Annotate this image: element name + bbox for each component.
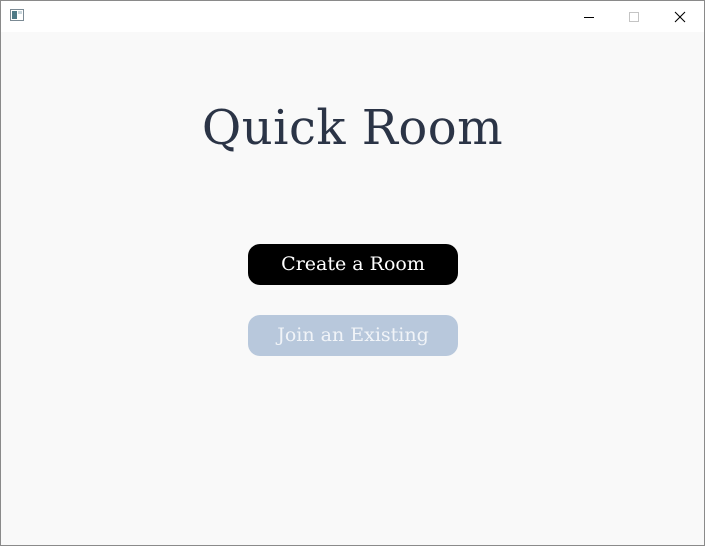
create-room-button[interactable]: Create a Room (248, 244, 458, 285)
minimize-icon (584, 16, 594, 18)
title-bar[interactable] (1, 1, 704, 32)
close-icon (674, 11, 686, 22)
app-window: Quick Room Create a Room Join an Existin… (0, 0, 705, 546)
main-content: Quick Room Create a Room Join an Existin… (1, 32, 704, 545)
maximize-button[interactable] (611, 1, 657, 32)
page-title: Quick Room (201, 100, 504, 156)
close-button[interactable] (657, 1, 703, 32)
app-window-icon (10, 9, 24, 21)
maximize-icon (629, 11, 639, 22)
join-existing-button[interactable]: Join an Existing (248, 315, 458, 356)
minimize-button[interactable] (566, 1, 612, 32)
